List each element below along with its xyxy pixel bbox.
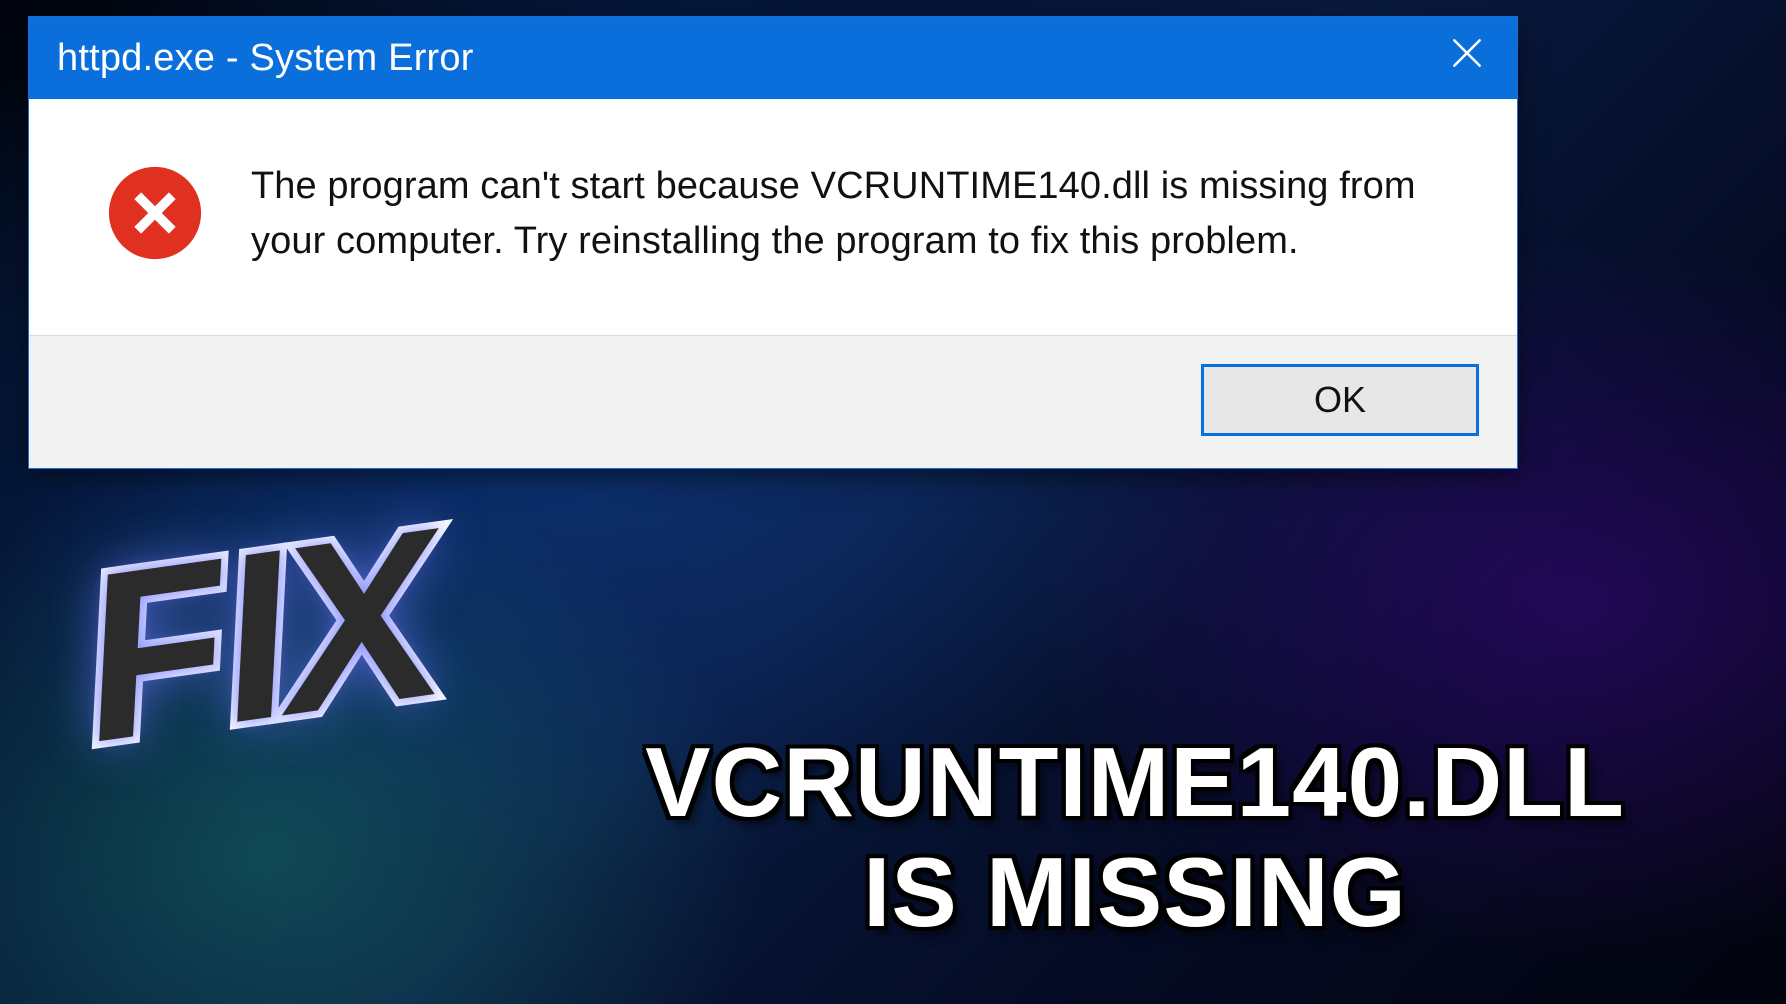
overlay-fix-label: FIX: [65, 477, 452, 796]
close-icon: [1448, 34, 1486, 82]
overlay-caption-line2: IS MISSING: [530, 838, 1740, 948]
ok-button[interactable]: OK: [1201, 364, 1479, 436]
window-title: httpd.exe - System Error: [57, 37, 474, 80]
ok-button-label: OK: [1314, 379, 1366, 421]
error-message: The program can't start because VCRUNTIM…: [251, 159, 1457, 269]
dialog-footer: OK: [29, 335, 1517, 468]
overlay-caption-line1: VCRUNTIME140.DLL: [530, 728, 1740, 838]
titlebar[interactable]: httpd.exe - System Error: [29, 17, 1517, 99]
error-icon: [107, 165, 203, 261]
overlay-caption: VCRUNTIME140.DLL IS MISSING: [530, 728, 1740, 948]
dialog-body: The program can't start because VCRUNTIM…: [29, 99, 1517, 335]
close-button[interactable]: [1417, 17, 1517, 99]
system-error-dialog: httpd.exe - System Error The program can…: [28, 16, 1518, 469]
